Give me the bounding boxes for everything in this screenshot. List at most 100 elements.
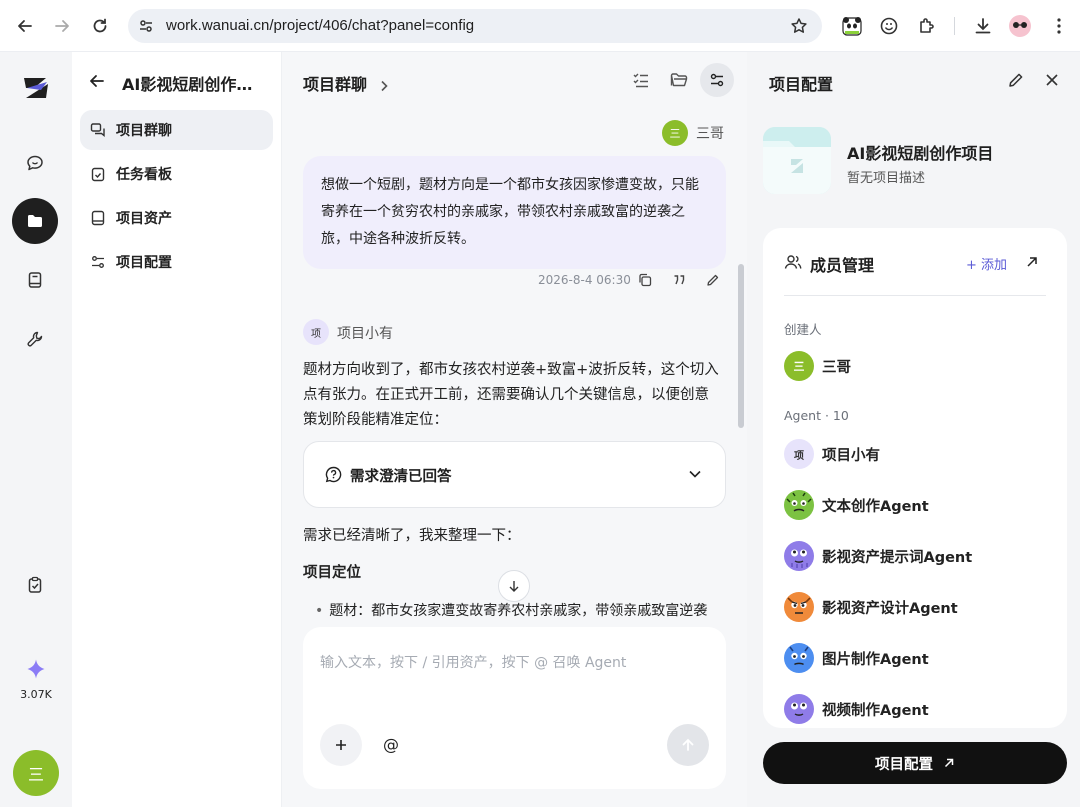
creator-avatar: 三	[784, 351, 814, 381]
project-cover-image	[763, 127, 831, 194]
members-card: 成员管理 + 添加 创建人 三 三哥 Agent · 10 项 项目小有 文本创…	[763, 228, 1067, 728]
agent-name: 视频制作Agent	[822, 702, 929, 719]
user-message-name: 三哥	[696, 126, 724, 142]
sparkle-credits-icon[interactable]	[25, 658, 47, 680]
edit-pencil-icon[interactable]	[1007, 71, 1025, 89]
orange-monster-avatar-icon	[784, 592, 814, 622]
followup-text: 需求已经清晰了，我来整理一下：	[303, 528, 521, 544]
agent-name: 影视资产设计Agent	[822, 600, 958, 617]
question-bubble-icon	[325, 466, 342, 483]
collapse-label: 需求澄清已回答	[350, 469, 452, 485]
agent-name: 项目小有	[822, 447, 880, 464]
agent-row-text[interactable]: 文本创作Agent	[784, 489, 929, 521]
config-button-label: 项目配置	[875, 756, 933, 773]
sidebar-item-label: 项目资产	[116, 211, 172, 227]
profile-avatar-icon[interactable]	[1006, 12, 1034, 40]
book-nav-icon[interactable]	[12, 257, 58, 303]
book-icon	[90, 210, 106, 226]
agent-row-image[interactable]: 图片制作Agent	[784, 642, 929, 674]
purple-monster-avatar-icon	[784, 541, 814, 571]
chat-scrollbar[interactable]	[738, 264, 744, 428]
agent-name: 图片制作Agent	[822, 651, 929, 668]
browser-toolbar: work.wanuai.cn/project/406/chat?panel=co…	[0, 0, 1080, 52]
green-monster-avatar-icon	[784, 490, 814, 520]
add-attachment-button[interactable]	[320, 724, 362, 766]
blue-monster-avatar-icon	[784, 643, 814, 673]
members-title: 成员管理	[810, 256, 875, 275]
agent-avatar: 项	[784, 439, 814, 469]
forward-arrow-icon[interactable]	[48, 12, 76, 40]
message-composer[interactable]: 输入文本，按下 / 引用资产，按下 @ 召唤 Agent @	[303, 627, 726, 789]
sidebar-item-group-chat[interactable]: 项目群聊	[80, 110, 273, 150]
sidebar-item-label: 任务看板	[116, 167, 172, 183]
quote-icon[interactable]	[672, 273, 686, 287]
chat-nav-icon[interactable]	[12, 140, 58, 186]
chat-bubbles-icon	[90, 122, 106, 138]
credits-count: 3.07K	[20, 688, 52, 701]
panel-title: 项目配置	[769, 75, 834, 94]
agent-reply-text: 题材方向收到了，都市女孩农村逆袭+致富+波折反转，这个切入点有张力。在正式开工前…	[303, 362, 719, 428]
puzzle-extensions-icon[interactable]	[913, 12, 941, 40]
creator-row[interactable]: 三 三哥	[784, 350, 851, 382]
back-arrow-icon[interactable]	[11, 12, 39, 40]
agent-row-design[interactable]: 影视资产设计Agent	[784, 591, 958, 623]
bookmark-star-icon[interactable]	[790, 17, 808, 35]
more-menu-icon[interactable]	[1045, 12, 1073, 40]
chat-title-text: 项目群聊	[303, 75, 368, 94]
back-arrow-icon[interactable]	[88, 72, 106, 90]
wrench-nav-icon[interactable]	[12, 316, 58, 362]
reload-icon[interactable]	[86, 12, 114, 40]
project-description: 暂无项目描述	[847, 171, 926, 186]
agent-row-video[interactable]: 视频制作Agent	[784, 693, 929, 725]
edit-pencil-icon[interactable]	[706, 273, 720, 287]
scroll-down-button[interactable]	[498, 570, 530, 602]
agent-avatar: 项	[303, 319, 329, 345]
folder-open-icon[interactable]	[669, 70, 689, 90]
project-name: AI影视短剧创作项目	[847, 144, 994, 163]
external-arrow-icon[interactable]	[1025, 255, 1039, 269]
settings-sliders-button[interactable]	[700, 63, 734, 97]
message-timestamp: 2026-8-4 06:30	[538, 273, 631, 287]
creator-name: 三哥	[822, 359, 851, 376]
sidebar-item-label: 项目群聊	[116, 123, 172, 139]
app-rail: 3.07K 三	[0, 52, 72, 807]
url-text[interactable]: work.wanuai.cn/project/406/chat?panel=co…	[166, 17, 474, 34]
agent-count-label: Agent · 10	[784, 408, 849, 423]
clarification-collapse[interactable]: 需求澄清已回答	[303, 441, 726, 508]
chevron-right-icon	[379, 80, 389, 92]
bullet-item: • 题材：都市女孩家遭变故寄养农村亲戚家，带领亲戚致富逆袭	[315, 603, 708, 619]
chevron-down-icon[interactable]	[688, 469, 702, 479]
task-clipboard-icon[interactable]	[12, 562, 58, 608]
sidebar-item-assets[interactable]: 项目资产	[80, 198, 273, 238]
add-member-button[interactable]: + 添加	[966, 254, 1007, 273]
project-config-button[interactable]: 项目配置	[763, 742, 1067, 784]
address-bar[interactable]: work.wanuai.cn/project/406/chat?panel=co…	[128, 9, 822, 43]
chat-title[interactable]: 项目群聊	[303, 71, 389, 95]
user-message-bubble: 想做一个短剧，题材方向是一个都市女孩因家惨遭变故，只能寄养在一个贫穷农村的亲戚家…	[303, 156, 726, 269]
external-arrow-icon	[943, 757, 955, 769]
site-settings-icon[interactable]	[138, 18, 154, 34]
send-button[interactable]	[667, 724, 709, 766]
folder-nav-icon[interactable]	[12, 198, 58, 244]
project-title: AI影视短剧创作…	[122, 75, 253, 94]
close-icon[interactable]	[1045, 73, 1059, 87]
toolbar-divider	[954, 17, 955, 35]
download-icon[interactable]	[969, 12, 997, 40]
mention-agent-button[interactable]: @	[383, 735, 399, 754]
app-logo[interactable]	[20, 72, 52, 104]
project-config-panel: 项目配置 AI影视短剧创作项目 暂无项目描述 成员管理 + 添加 创建人 三 三…	[747, 52, 1080, 807]
panda-extension-icon[interactable]	[838, 12, 866, 40]
sidebar-item-label: 项目配置	[116, 255, 172, 271]
task-list-icon[interactable]	[631, 70, 651, 90]
sidebar-item-task-board[interactable]: 任务看板	[80, 154, 273, 194]
smiley-extension-icon[interactable]	[875, 12, 903, 40]
agent-name: 影视资产提示词Agent	[822, 549, 973, 566]
agent-name: 项目小有	[337, 326, 393, 342]
agent-row-prompt[interactable]: 影视资产提示词Agent	[784, 540, 972, 572]
composer-placeholder[interactable]: 输入文本，按下 / 引用资产，按下 @ 召唤 Agent	[320, 652, 626, 672]
agent-row-project[interactable]: 项 项目小有	[784, 438, 880, 470]
chat-area: 项目群聊 三 三哥 想做一个短剧，题材方向是一个都市女孩因家惨遭变故，只能寄养在…	[282, 52, 747, 807]
sidebar-item-config[interactable]: 项目配置	[80, 242, 273, 282]
user-avatar[interactable]: 三	[13, 750, 59, 796]
copy-icon[interactable]	[638, 273, 652, 287]
